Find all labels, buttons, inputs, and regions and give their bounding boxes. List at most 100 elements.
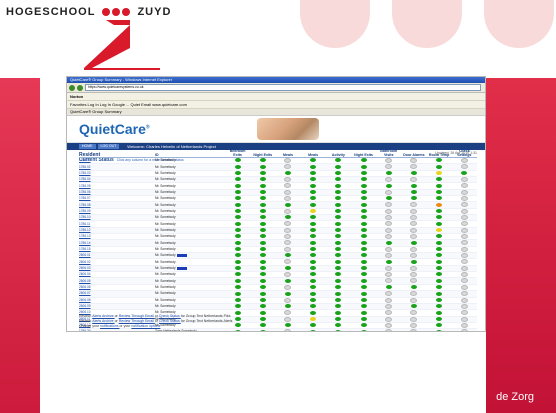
status-dot-icon [335,285,342,290]
col-header[interactable]: Door Alarms [401,148,427,158]
status-dot-icon [360,202,367,207]
status-dot-icon [284,202,291,207]
status-dot-icon [460,196,468,201]
col-header[interactable]: Meals [275,148,301,158]
footer-text-part: or your [119,324,132,328]
status-dot-icon [284,176,292,182]
status-dot-icon [385,176,393,182]
status-dot-icon [234,285,241,290]
status-dot-icon [360,221,367,226]
status-dot-icon [259,202,266,207]
status-dot-icon [234,158,241,163]
status-dot-icon [310,202,317,207]
status-dot-icon [234,240,241,245]
footer-link[interactable]: notifications [100,324,119,328]
footer-text-part: Review: [79,314,93,318]
browser-tab[interactable]: QuietCare® Group Summary [67,109,485,116]
status-dot-icon [360,183,367,188]
status-dot-icon [284,221,292,227]
col-header[interactable]: Check Settings [451,148,477,158]
status-dot-icon [460,272,468,277]
col-header[interactable]: Activity [325,148,351,158]
col-header[interactable]: Meals [300,148,326,158]
status-dot-icon [460,234,468,239]
status-dot-icon [360,158,367,163]
status-cell[interactable] [376,328,402,331]
col-header[interactable]: Room Temp [426,148,452,158]
status-dot-icon [335,329,342,331]
status-dot-icon [460,176,468,182]
footer-text-part: Review: [79,319,93,323]
status-dot-icon [259,259,266,264]
status-dot-icon [436,297,443,302]
footer-link[interactable]: Review Through Email [119,319,155,323]
status-dot-icon [310,266,317,271]
header-bubble [392,0,462,48]
resident-link[interactable]: 1786.30 [79,328,155,331]
status-cell[interactable] [401,328,427,331]
status-dot-icon [310,183,317,188]
status-cell[interactable] [325,328,351,331]
back-icon[interactable] [69,84,75,91]
footer-link[interactable]: Alerts Archive [92,314,114,318]
status-dot-icon [436,158,443,163]
status-cell[interactable] [451,328,477,331]
quietcare-header: QuietCare® [67,116,485,143]
status-dot-icon [259,247,266,252]
status-dot-icon [385,240,392,245]
status-dot-icon [234,272,241,277]
status-dot-icon [259,278,266,283]
col-header[interactable]: ID [155,148,225,158]
status-dot-icon [436,170,443,175]
status-dot-icon [385,329,393,331]
status-cell[interactable] [225,328,251,331]
status-dot-icon [360,190,367,194]
status-dot-icon [460,259,468,265]
status-dot-icon [410,227,418,233]
status-dot-icon [461,170,468,175]
status-dot-icon [410,196,417,201]
status-cell[interactable] [350,328,377,331]
col-header[interactable]: Night Exits [250,148,276,158]
col-header[interactable]: Bathroom Visits [376,148,402,158]
brand: HOGESCHOOL ZUYD [6,6,171,18]
footer-link[interactable]: notification options [131,324,160,328]
col-header[interactable]: Bedroom Exits [225,148,251,158]
status-dot-icon [284,253,291,258]
status-dot-icon [310,209,317,214]
status-dot-icon [360,266,367,271]
status-dot-icon [385,246,393,252]
status-dot-icon [360,329,367,331]
status-dot-icon [360,304,367,309]
status-dot-icon [310,291,317,296]
status-cell[interactable] [275,328,301,331]
status-dot-icon [284,215,291,220]
footer-link[interactable]: Alerts Archive [92,319,114,323]
status-dot-icon [335,278,342,283]
table-row[interactable]: 1786.30 Town Netherlands Somebody [79,328,477,331]
status-dot-icon [284,158,292,163]
status-dot-icon [310,297,317,302]
footer-link[interactable]: Check Status [159,319,181,323]
status-cell[interactable] [300,328,326,331]
status-dot-icon [310,259,317,264]
footer-link[interactable]: Review Through Email [119,314,155,318]
status-dot-icon [310,215,317,220]
status-dot-icon [335,221,342,226]
status-dot-icon [410,176,418,182]
col-header[interactable]: Resident [79,148,155,158]
status-dot-icon [436,278,443,283]
status-dot-icon [234,183,241,188]
footer-link[interactable]: Check Status [159,314,181,318]
status-dot-icon [410,259,417,264]
quietcare-logo: QuietCare® [79,121,150,137]
forward-icon[interactable] [77,84,83,91]
status-cell[interactable] [250,328,276,331]
status-dot-icon [436,266,443,271]
address-bar[interactable]: https://www.quietcaresystems.co.uk [85,84,481,91]
brand-left: HOGESCHOOL [6,6,96,18]
status-dot-icon [436,215,443,220]
status-cell[interactable] [426,328,452,331]
status-dot-icon [310,158,317,163]
col-header[interactable]: Night Exits [350,148,377,158]
